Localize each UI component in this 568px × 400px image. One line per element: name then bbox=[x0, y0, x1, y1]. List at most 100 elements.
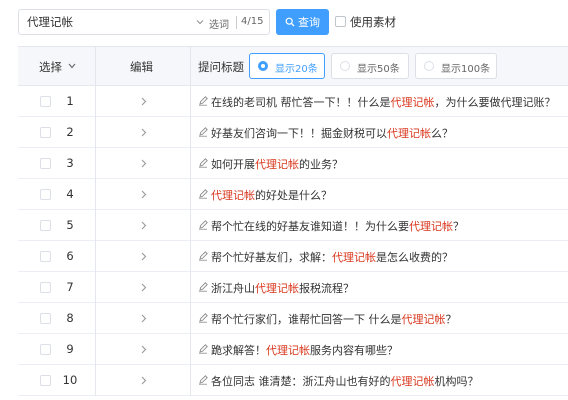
question-text-part: 跪求解答！ bbox=[211, 344, 266, 357]
row-number: 10 bbox=[62, 373, 78, 387]
table-row[interactable]: 7 浙江舟山代理记帐报税流程？ bbox=[18, 272, 568, 303]
pencil-icon[interactable] bbox=[198, 281, 209, 292]
table-row[interactable]: 5 帮个忙在线的好基友谁知道！！为什么要代理记帐？ bbox=[18, 210, 568, 241]
row-checkbox[interactable] bbox=[40, 251, 51, 262]
keyword-highlight: 代理记帐 bbox=[255, 158, 299, 171]
chevron-right-icon[interactable] bbox=[141, 159, 147, 168]
table-header: 选择 编辑 提问标题 显示20条 显示50条 显示100条 bbox=[18, 46, 568, 87]
keyword-highlight: 代理记帐 bbox=[401, 313, 446, 326]
radio-icon bbox=[424, 61, 434, 71]
row-checkbox[interactable] bbox=[40, 220, 51, 231]
column-divider bbox=[190, 210, 191, 241]
chevron-right-icon[interactable] bbox=[141, 128, 147, 137]
keyword-highlight: 代理记帐 bbox=[266, 344, 310, 357]
row-checkbox[interactable] bbox=[40, 127, 51, 138]
question-text-part: 帮个忙好基友们，求解： bbox=[211, 251, 332, 264]
question-title[interactable]: 浙江舟山代理记帐报税流程？ bbox=[211, 280, 354, 296]
question-text-part: 各位同志 谁清楚：浙江舟山也有好的 bbox=[211, 375, 391, 388]
question-title[interactable]: 好基友们咨询一下！！掘金财税可以代理记帐么？ bbox=[211, 125, 453, 141]
chevron-right-icon[interactable] bbox=[141, 376, 147, 385]
row-number: 4 bbox=[66, 187, 74, 201]
use-material-checkbox[interactable] bbox=[335, 16, 346, 27]
title-column-header: 提问标题 bbox=[198, 60, 244, 74]
pencil-icon[interactable] bbox=[198, 157, 209, 168]
question-title[interactable]: 帮个忙行家们，谁帮忙回答一下 什么是代理记帐？ bbox=[211, 311, 457, 327]
row-checkbox[interactable] bbox=[40, 96, 51, 107]
chevron-right-icon[interactable] bbox=[141, 345, 147, 354]
question-title[interactable]: 帮个忙好基友们，求解：代理记帐是怎么收费的？ bbox=[211, 249, 453, 265]
question-text-part: 帮个忙在线的好基友谁知道！！为什么要 bbox=[211, 220, 409, 233]
word-filter-label[interactable]: 选词 bbox=[209, 16, 229, 31]
display-50-option[interactable]: 显示50条 bbox=[331, 53, 409, 79]
row-checkbox[interactable] bbox=[40, 189, 51, 200]
row-checkbox[interactable] bbox=[40, 282, 51, 293]
search-icon bbox=[285, 17, 295, 27]
column-divider bbox=[95, 210, 96, 241]
column-divider bbox=[95, 117, 96, 148]
question-text-part: 在线的老司机 帮忙答一下！！什么是 bbox=[211, 96, 391, 109]
keyword-highlight: 代理记帐 bbox=[255, 282, 299, 295]
query-button[interactable]: 查询 bbox=[276, 9, 329, 35]
pencil-icon[interactable] bbox=[198, 250, 209, 261]
chevron-right-icon[interactable] bbox=[141, 283, 147, 292]
question-title[interactable]: 跪求解答！代理记帐服务内容有哪些？ bbox=[211, 342, 398, 358]
table-row[interactable]: 2 好基友们咨询一下！！掘金财税可以代理记帐么？ bbox=[18, 117, 568, 148]
table-body: 1 在线的老司机 帮忙答一下！！什么是代理记帐，为什么要做代理记账？ 2 好基友们咨询… bbox=[18, 86, 568, 396]
chevron-down-icon[interactable] bbox=[68, 63, 76, 69]
table-row[interactable]: 4 代理记帐的好处是什么？ bbox=[18, 179, 568, 210]
divider bbox=[236, 16, 237, 29]
table-row[interactable]: 10 各位同志 谁清楚：浙江舟山也有好的代理记帐机构吗？ bbox=[18, 365, 568, 396]
row-checkbox[interactable] bbox=[40, 375, 51, 386]
search-input[interactable] bbox=[27, 10, 187, 34]
question-title[interactable]: 代理记帐的好处是什么？ bbox=[211, 187, 332, 203]
question-title[interactable]: 在线的老司机 帮忙答一下！！什么是代理记帐，为什么要做代理记账？ bbox=[211, 94, 556, 110]
query-button-label: 查询 bbox=[298, 16, 320, 29]
table-row[interactable]: 3 如何开展代理记帐的业务？ bbox=[18, 148, 568, 179]
select-column-header[interactable]: 选择 bbox=[39, 59, 62, 75]
question-title[interactable]: 如何开展代理记帐的业务？ bbox=[211, 156, 343, 172]
display-option-label: 显示50条 bbox=[357, 64, 400, 75]
row-number: 3 bbox=[66, 156, 74, 170]
column-divider bbox=[190, 47, 191, 87]
pencil-icon[interactable] bbox=[198, 95, 209, 106]
pencil-icon[interactable] bbox=[198, 343, 209, 354]
question-title[interactable]: 帮个忙在线的好基友谁知道！！为什么要代理记帐？ bbox=[211, 218, 464, 234]
question-text-part: 的好处是什么？ bbox=[255, 189, 332, 202]
question-title[interactable]: 各位同志 谁清楚：浙江舟山也有好的代理记帐机构吗？ bbox=[211, 373, 479, 389]
table-row[interactable]: 1 在线的老司机 帮忙答一下！！什么是代理记帐，为什么要做代理记账？ bbox=[18, 86, 568, 117]
chevron-down-icon[interactable] bbox=[195, 17, 205, 27]
row-checkbox[interactable] bbox=[40, 344, 51, 355]
row-checkbox[interactable] bbox=[40, 313, 51, 324]
keyword-highlight: 代理记帐 bbox=[390, 375, 435, 388]
column-divider bbox=[190, 117, 191, 148]
chevron-right-icon[interactable] bbox=[141, 314, 147, 323]
column-divider bbox=[190, 241, 191, 272]
table-row[interactable]: 9 跪求解答！代理记帐服务内容有哪些？ bbox=[18, 334, 568, 365]
pencil-icon[interactable] bbox=[198, 188, 209, 199]
row-number: 7 bbox=[66, 280, 74, 294]
question-text-part: ，为什么要做代理记账？ bbox=[434, 96, 556, 109]
pencil-icon[interactable] bbox=[198, 374, 209, 385]
chevron-right-icon[interactable] bbox=[141, 97, 147, 106]
question-text-part: 报税流程？ bbox=[299, 282, 354, 295]
column-divider bbox=[190, 86, 191, 117]
use-material-label[interactable]: 使用素材 bbox=[350, 14, 396, 30]
row-checkbox[interactable] bbox=[40, 158, 51, 169]
display-100-option[interactable]: 显示100条 bbox=[415, 53, 497, 79]
toolbar: 选词 4/15 查询 使用素材 bbox=[0, 0, 568, 46]
row-number: 9 bbox=[66, 342, 74, 356]
pencil-icon[interactable] bbox=[198, 126, 209, 137]
table-row[interactable]: 8 帮个忙行家们，谁帮忙回答一下 什么是代理记帐？ bbox=[18, 303, 568, 334]
search-box[interactable]: 选词 4/15 bbox=[18, 9, 270, 35]
chevron-right-icon[interactable] bbox=[141, 221, 147, 230]
table-row[interactable]: 6 帮个忙好基友们，求解：代理记帐是怎么收费的？ bbox=[18, 241, 568, 272]
question-text-part: 么？ bbox=[431, 127, 453, 140]
pencil-icon[interactable] bbox=[198, 219, 209, 230]
pencil-icon[interactable] bbox=[198, 312, 209, 323]
display-option-label: 显示20条 bbox=[275, 64, 318, 75]
row-number: 1 bbox=[66, 94, 74, 108]
column-divider bbox=[190, 179, 191, 210]
display-20-option[interactable]: 显示20条 bbox=[249, 53, 325, 79]
chevron-right-icon[interactable] bbox=[141, 252, 147, 261]
chevron-right-icon[interactable] bbox=[141, 190, 147, 199]
